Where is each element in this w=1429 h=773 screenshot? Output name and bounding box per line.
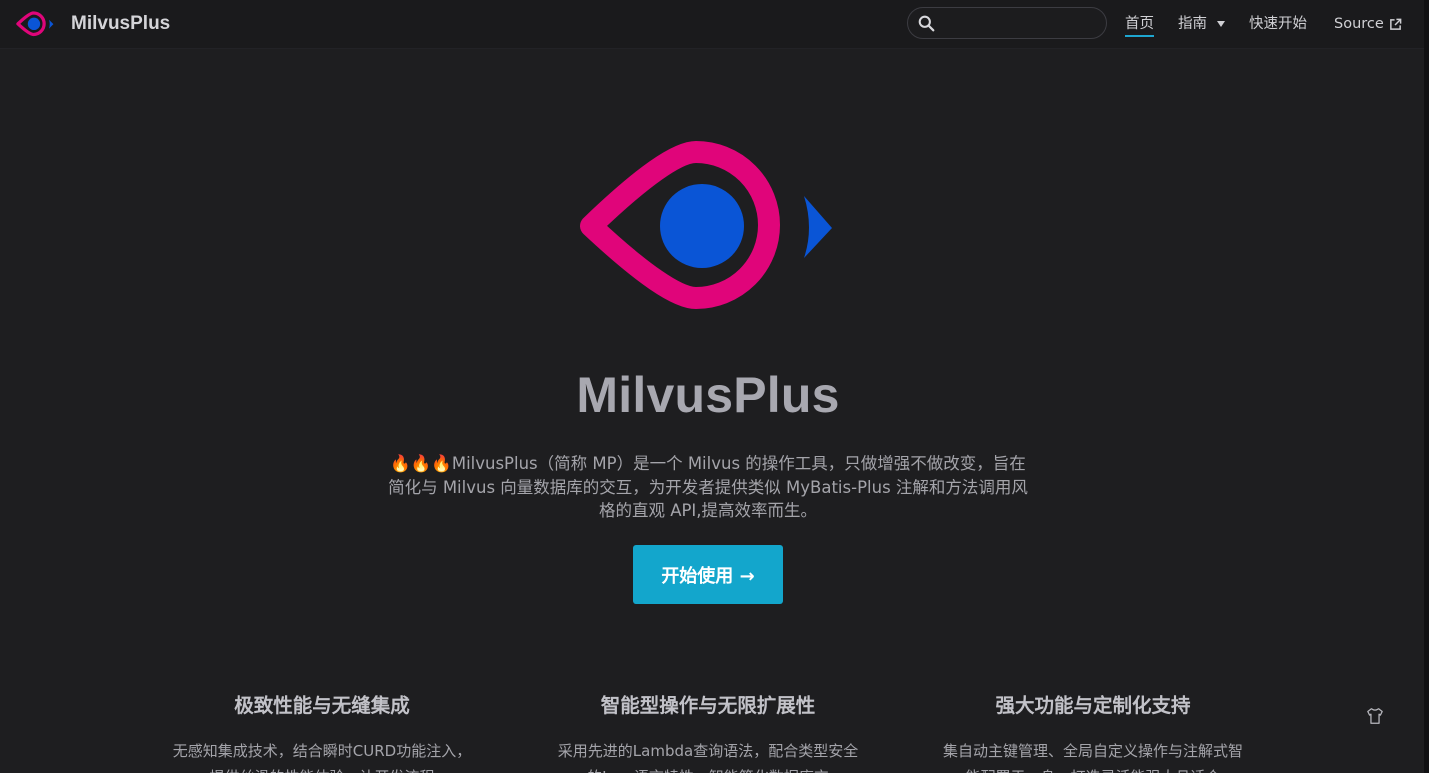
nav-guide-label: 指南	[1178, 16, 1207, 32]
feature-text: 采用先进的Lambda查询语法，配合类型安全的Java语言特性，智能简化数据库交	[557, 742, 859, 773]
hero-logo-icon	[580, 141, 832, 309]
get-started-button[interactable]: 开始使用 →	[633, 545, 783, 604]
hero-title: MilvusPlus	[576, 367, 840, 423]
search-icon	[918, 15, 935, 32]
feature-title: 极致性能与无缝集成	[234, 694, 410, 717]
brand-name: MilvusPlus	[71, 13, 171, 34]
search-input[interactable]	[942, 11, 1101, 37]
search-box[interactable]	[907, 7, 1107, 39]
external-link-icon	[1389, 18, 1402, 30]
scrollbar-track[interactable]	[1424, 0, 1429, 773]
hero-description: 🔥🔥🔥MilvusPlus（简称 MP）是一个 Milvus 的操作工具，只做增…	[388, 454, 1028, 520]
feature-text: 无感知集成技术，结合瞬时CURD功能注入，提供丝滑的性能体验，让开发流程	[172, 742, 472, 773]
page: MilvusPlus 首页 指南 快速开始 Source MilvusPlus …	[0, 0, 1429, 773]
nav-source-label: Source	[1334, 16, 1384, 32]
caret-down-icon	[1217, 21, 1225, 27]
nav-link-quick-start[interactable]: 快速开始	[1249, 13, 1307, 35]
feature-card-extensibility: 智能型操作与无限扩展性 采用先进的Lambda查询语法，配合类型安全的Java语…	[538, 690, 878, 773]
feature-card-performance: 极致性能与无缝集成 无感知集成技术，结合瞬时CURD功能注入，提供丝滑的性能体验…	[152, 690, 492, 773]
nav-link-home[interactable]: 首页	[1125, 13, 1154, 35]
milvusplus-logo-icon	[16, 11, 54, 37]
feature-title: 强大功能与定制化支持	[995, 694, 1191, 717]
active-nav-indicator	[1125, 35, 1154, 37]
nav-link-source[interactable]: Source	[1334, 13, 1402, 35]
brand-home-link[interactable]: MilvusPlus	[16, 10, 170, 38]
feature-title: 智能型操作与无限扩展性	[600, 694, 816, 717]
top-navbar: MilvusPlus 首页 指南 快速开始 Source	[0, 0, 1424, 49]
feature-text: 集自动主键管理、全局自定义操作与注解式智能配置于一身，打造灵活能强大且适合	[942, 742, 1243, 773]
feature-card-customization: 强大功能与定制化支持 集自动主键管理、全局自定义操作与注解式智能配置于一身，打造…	[923, 690, 1263, 773]
nav-dropdown-guide[interactable]: 指南	[1178, 13, 1225, 35]
shirt-icon[interactable]	[1366, 707, 1384, 725]
